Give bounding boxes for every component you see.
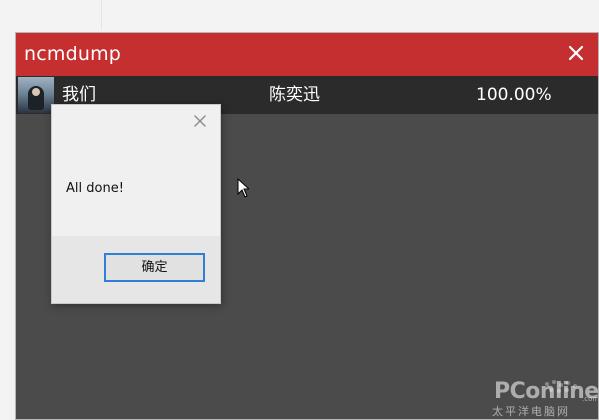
dialog-message: All done!: [66, 181, 124, 196]
track-artist: 陈奕迅: [269, 85, 320, 105]
track-progress: 100.00%: [476, 85, 552, 105]
dialog-close-button[interactable]: [192, 114, 208, 130]
watermark-domain: .com.cn: [582, 395, 598, 403]
background-divider: [101, 0, 102, 30]
ok-button[interactable]: 确定: [104, 253, 205, 282]
close-icon: [567, 44, 585, 66]
window-close-button[interactable]: [554, 33, 598, 76]
watermark-subtitle: 太平洋电脑网: [492, 405, 570, 418]
dialog-footer: 确定: [52, 236, 220, 303]
track-title: 我们: [62, 85, 96, 105]
mouse-cursor-icon: [237, 177, 251, 198]
completion-dialog: All done! 确定: [51, 104, 221, 304]
window-title: ncmdump: [24, 43, 122, 65]
watermark: PConline .com.cn 太平洋电脑网: [492, 379, 598, 419]
title-bar: ncmdump: [16, 33, 598, 76]
album-art: [18, 77, 54, 113]
close-icon: [193, 113, 207, 132]
